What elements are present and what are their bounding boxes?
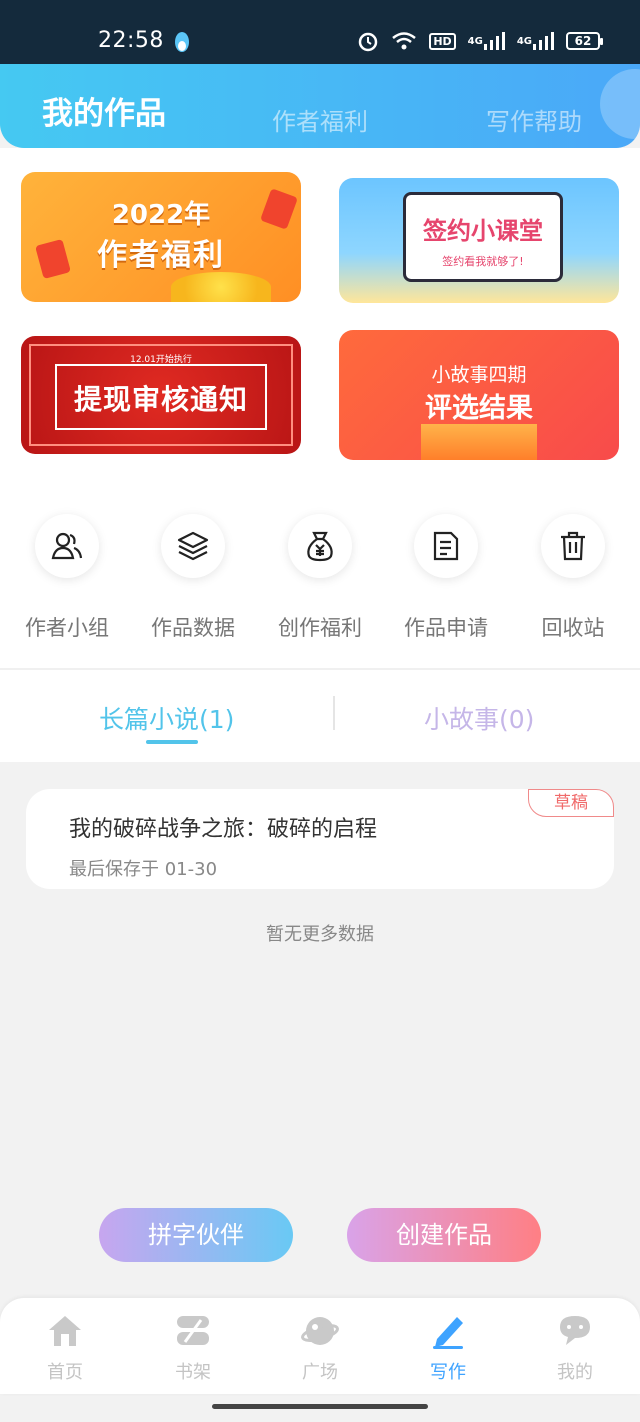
status-time: 22:58 <box>98 28 164 53</box>
home-indicator[interactable] <box>212 1404 428 1409</box>
nav-label: 我的 <box>557 1362 593 1383</box>
tab-my-works[interactable]: 我的作品 <box>42 88 166 133</box>
action-label: 创作福利 <box>278 616 362 640</box>
action-work-application[interactable]: 作品申请 <box>383 514 509 642</box>
decorative-bubble <box>600 69 640 139</box>
action-recycle-bin[interactable]: 回收站 <box>510 514 636 642</box>
work-card[interactable]: 我的破碎战争之旅：破碎的启程 最后保存于 01-30 草稿 <box>26 789 614 889</box>
action-label: 回收站 <box>541 616 605 640</box>
banner-story-results[interactable]: 小故事四期 评选结果 <box>339 330 619 460</box>
battery-icon: 62 <box>566 32 603 50</box>
wifi-icon <box>391 31 417 51</box>
banner-results-line1: 小故事四期 <box>431 364 527 386</box>
network-type-1: 4G <box>467 35 483 47</box>
pen-icon <box>384 1312 512 1350</box>
nav-label: 广场 <box>302 1362 338 1383</box>
trash-icon <box>541 514 605 578</box>
document-icon <box>414 514 478 578</box>
gold-coins-image <box>171 272 271 302</box>
action-label: 作者小组 <box>25 616 109 640</box>
action-label: 作品申请 <box>404 616 488 640</box>
status-icons: HD 4G 4G 62 <box>357 30 603 52</box>
status-bar: 22:58 HD 4G 4G 62 <box>0 0 640 64</box>
hd-icon: HD <box>429 32 456 50</box>
money-bag-icon <box>288 514 352 578</box>
banner-course-card: 签约小课堂 签约看我就够了! <box>403 192 563 282</box>
work-title: 我的破碎战争之旅：破碎的启程 <box>69 817 378 842</box>
qq-penguin-icon <box>172 30 192 58</box>
nav-label: 首页 <box>47 1362 83 1383</box>
create-work-button[interactable]: 创建作品 <box>347 1208 541 1262</box>
tab-long-novel[interactable]: 长篇小说(1) <box>99 700 234 736</box>
action-author-group[interactable]: 作者小组 <box>4 514 130 642</box>
banner-withdrawal-notice[interactable]: 12.01开始执行 提现审核通知 <box>21 336 301 454</box>
signal-icon-1: 4G <box>468 32 505 50</box>
work-saved-time: 最后保存于 01-30 <box>69 859 218 880</box>
nav-home[interactable]: 首页 <box>1 1312 129 1384</box>
main-panel: 2022年 作者福利 签约小课堂 签约看我就够了! 12.01开始执行 提现审核… <box>0 148 640 762</box>
stage-image <box>421 424 537 460</box>
banner-author-welfare[interactable]: 2022年 作者福利 <box>21 172 301 302</box>
action-creation-welfare[interactable]: 创作福利 <box>257 514 383 642</box>
home-icon <box>1 1312 129 1350</box>
nav-bookshelf[interactable]: 书架 <box>129 1312 257 1384</box>
banner-welfare-year: 2022年 <box>111 200 211 230</box>
planet-icon <box>256 1312 384 1350</box>
banner-notice-title: 提现审核通知 <box>73 383 248 416</box>
banner-course-title: 签约小课堂 <box>423 217 543 245</box>
top-tab-bar: 我的作品 作者福利 写作帮助 <box>0 64 640 148</box>
banner-welfare-title: 作者福利 <box>97 238 225 273</box>
bookshelf-icon <box>129 1312 257 1350</box>
tab-writing-help[interactable]: 写作帮助 <box>486 102 582 137</box>
tab-author-welfare[interactable]: 作者福利 <box>272 102 368 137</box>
work-type-tabs: 长篇小说(1) 小故事(0) <box>0 670 640 762</box>
tab-short-story[interactable]: 小故事(0) <box>424 700 534 736</box>
action-label: 作品数据 <box>151 616 235 640</box>
nav-square[interactable]: 广场 <box>256 1312 384 1384</box>
quick-actions: 作者小组 作品数据 创作福利 作品申请 回收站 <box>0 514 640 654</box>
layers-icon <box>161 514 225 578</box>
signal-icon-2: 4G <box>517 32 554 50</box>
alarm-icon <box>357 30 379 52</box>
chat-bubble-icon <box>511 1312 639 1350</box>
draft-badge: 草稿 <box>528 789 614 817</box>
nav-label: 写作 <box>430 1362 466 1383</box>
nav-write[interactable]: 写作 <box>384 1312 512 1384</box>
tab-separator <box>333 696 335 730</box>
banner-course-subtitle: 签约看我就够了! <box>442 255 524 268</box>
active-tab-underline <box>146 740 198 744</box>
banner-notice-tag: 12.01开始执行 <box>130 355 192 365</box>
nav-label: 书架 <box>175 1362 211 1383</box>
group-icon <box>35 514 99 578</box>
nav-mine[interactable]: 我的 <box>511 1312 639 1384</box>
action-work-data[interactable]: 作品数据 <box>130 514 256 642</box>
writing-partner-button[interactable]: 拼字伙伴 <box>99 1208 293 1262</box>
bottom-nav: 首页 书架 广场 写作 我的 <box>0 1298 640 1394</box>
banner-signing-course[interactable]: 签约小课堂 签约看我就够了! <box>339 178 619 303</box>
no-more-data-text: 暂无更多数据 <box>266 924 374 945</box>
network-type-2: 4G <box>516 35 532 47</box>
banner-results-title: 评选结果 <box>425 393 533 424</box>
